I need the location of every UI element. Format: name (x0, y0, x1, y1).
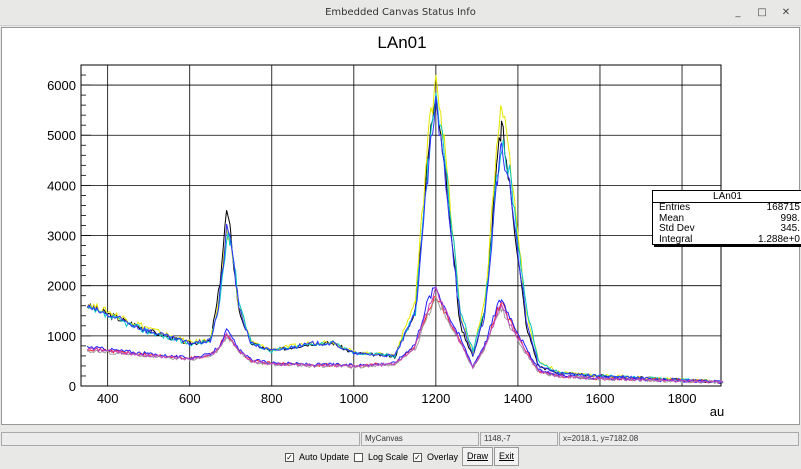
series-line-high-4 (86, 96, 724, 383)
x-tick-label: 1800 (668, 391, 697, 406)
draw-button[interactable]: Draw (462, 447, 494, 466)
x-tick-label: 800 (261, 391, 283, 406)
y-tick-label: 4000 (47, 178, 76, 193)
x-axis-label: au (710, 404, 724, 419)
x-tick-label: 1200 (421, 391, 450, 406)
x-tick-label: 1400 (503, 391, 532, 406)
x-tick-label: 600 (179, 391, 201, 406)
checkbox-checked-icon: ✓ (413, 452, 422, 462)
chart-title: LAn01 (377, 33, 426, 52)
status-canvas-name: MyCanvas (361, 432, 479, 446)
y-tick-label: 1000 (47, 329, 76, 344)
exit-button[interactable]: Exit (494, 447, 520, 466)
overlay-checkbox[interactable]: ✓ Overlay (413, 448, 458, 466)
y-tick-label: 5000 (47, 128, 76, 143)
checkbox-unchecked-icon (354, 452, 363, 462)
status-field-empty (1, 432, 360, 446)
series-line-low-2 (86, 285, 724, 384)
x-tick-label: 1600 (586, 391, 615, 406)
auto-update-checkbox[interactable]: ✓ Auto Update (285, 448, 349, 466)
y-tick-label: 0 (69, 379, 76, 394)
log-scale-checkbox[interactable]: Log Scale (354, 448, 408, 466)
series-line-high-2 (86, 74, 724, 384)
stats-row: Std Dev 345. (659, 223, 800, 234)
stats-box[interactable]: LAn01 Entries 168715 Mean 998. Std Dev 345.… (652, 190, 801, 245)
minimize-icon[interactable]: _ (728, 0, 748, 26)
window-titlebar: Embedded Canvas Status Info _ □ ✕ (0, 0, 801, 26)
stats-row: Entries 168715 (659, 202, 800, 213)
close-icon[interactable]: ✕ (776, 0, 796, 26)
series-line-low-4 (86, 285, 724, 384)
checkbox-checked-icon: ✓ (285, 452, 294, 462)
window-title: Embedded Canvas Status Info (325, 7, 476, 18)
y-tick-label: 3000 (47, 229, 76, 244)
embedded-canvas[interactable]: 400 600 800 1000 1200 1400 1600 1800 0 1000 2000 30… (1, 27, 801, 425)
stats-row: Integral 1.288e+0 (659, 233, 800, 245)
status-coordinates: x=2018.1, y=7182.08 (559, 432, 799, 446)
y-tick-label: 2000 (47, 279, 76, 294)
maximize-icon[interactable]: □ (752, 0, 772, 26)
y-tick-label: 6000 (47, 78, 76, 93)
x-tick-label: 1000 (339, 391, 368, 406)
series-line-low-1 (87, 295, 724, 384)
status-pixel-pos: 1148,-7 (480, 432, 558, 446)
x-tick-label: 400 (97, 391, 119, 406)
series-line-high-3 (86, 92, 724, 384)
